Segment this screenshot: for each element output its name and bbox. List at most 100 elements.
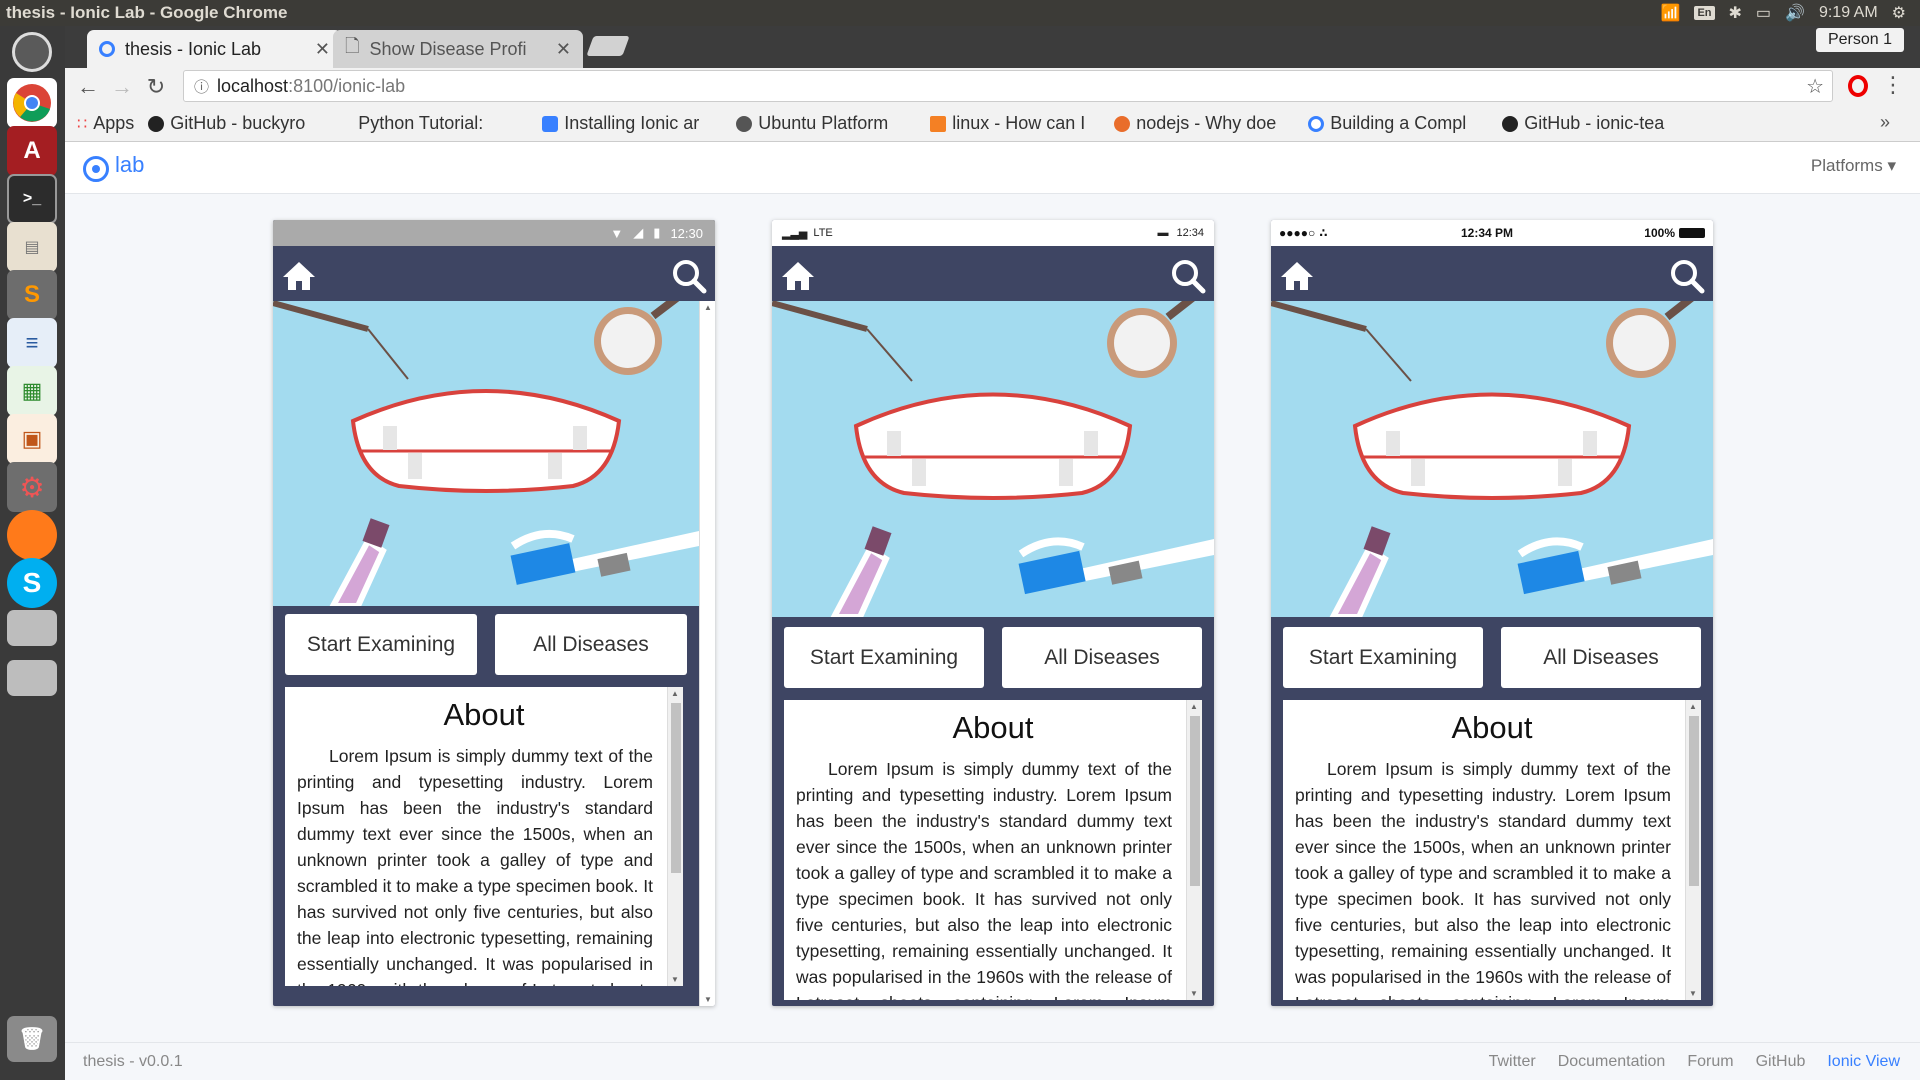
all-diseases-button[interactable]: All Diseases (1501, 627, 1701, 688)
start-examining-button[interactable]: Start Examining (285, 614, 477, 675)
teeth-illustration (1271, 301, 1713, 617)
skype-icon[interactable]: S (7, 558, 57, 608)
about-text: Lorem Ipsum is simply dummy text of the … (297, 746, 653, 986)
about-card[interactable]: About Lorem Ipsum is simply dummy text o… (1283, 700, 1701, 1000)
menu-icon[interactable]: ⋮ (1882, 72, 1904, 98)
scroll-up-icon[interactable]: ▲ (704, 303, 712, 312)
ios-status-bar: ●●●●○ ∴ 12:34 PM 100% (1271, 220, 1713, 246)
search-icon[interactable] (1170, 258, 1206, 294)
home-icon[interactable] (1279, 260, 1315, 292)
bookmark-python-tutorial[interactable]: Python Tutorial: (358, 113, 528, 134)
all-diseases-button[interactable]: All Diseases (495, 614, 687, 675)
close-tab-icon[interactable]: ✕ (315, 39, 330, 60)
about-card[interactable]: About Lorem Ipsum is simply dummy text o… (285, 687, 683, 986)
software-center-icon[interactable]: A (7, 126, 57, 176)
bookmark-apps[interactable]: ∷ Apps (77, 113, 134, 134)
chrome-icon[interactable] (7, 78, 57, 128)
scroll-down-icon[interactable]: ▼ (671, 975, 679, 984)
settings-gear-icon[interactable]: ⚙ (1892, 3, 1906, 23)
tab-ionic-lab[interactable]: thesis - Ionic Lab ✕ (87, 30, 342, 68)
page-scrollbar[interactable]: ▲ ▼ (699, 301, 715, 1006)
about-card[interactable]: About Lorem Ipsum is simply dummy text o… (784, 700, 1202, 1000)
close-tab-icon[interactable]: ✕ (556, 39, 571, 60)
scroll-down-icon[interactable]: ▼ (704, 995, 712, 1004)
bookmark-github-buckyroberts[interactable]: GitHub - buckyro (148, 113, 328, 134)
status-time: 12:34 (1176, 227, 1204, 239)
search-icon[interactable] (1669, 258, 1705, 294)
scroll-thumb[interactable] (671, 703, 681, 873)
bookmark-building-a-complete[interactable]: Building a Compl (1308, 113, 1488, 134)
footer-link-forum[interactable]: Forum (1687, 1053, 1733, 1071)
ionic-favicon-icon (542, 115, 559, 132)
action-buttons: Start Examining All Diseases (772, 627, 1214, 688)
bookmark-star-icon[interactable]: ☆ (1806, 74, 1824, 99)
wifi-icon[interactable]: 📶 (1661, 3, 1681, 23)
new-tab-button[interactable] (586, 36, 630, 56)
opera-extension-icon[interactable] (1848, 75, 1868, 97)
bluetooth-icon[interactable]: ✱ (1729, 3, 1742, 23)
battery-icon[interactable]: ▭ (1756, 3, 1771, 23)
reload-icon[interactable]: ↻ (139, 74, 173, 100)
home-icon[interactable] (281, 260, 317, 292)
askubuntu-icon (1114, 115, 1131, 132)
info-icon[interactable]: ⓘ (194, 76, 209, 97)
scroll-thumb[interactable] (1190, 716, 1200, 886)
github-icon (148, 115, 165, 132)
scroll-down-icon[interactable]: ▼ (1689, 989, 1697, 998)
scroll-down-icon[interactable]: ▼ (1190, 989, 1198, 998)
about-scrollbar[interactable]: ▲ ▼ (667, 687, 683, 986)
bookmark-installing-ionic[interactable]: Installing Ionic ar (542, 113, 722, 134)
bookmarks-overflow-chevron[interactable]: » (1880, 112, 1890, 133)
platforms-dropdown[interactable]: Platforms ▾ (1811, 156, 1896, 176)
battery-icon: ▮ (653, 225, 661, 240)
trash-icon[interactable]: 🗑 (7, 1016, 57, 1062)
scroll-thumb[interactable] (1689, 716, 1699, 886)
start-examining-button[interactable]: Start Examining (1283, 627, 1483, 688)
clock[interactable]: 9:19 AM (1819, 4, 1878, 22)
writer-icon[interactable]: ≡ (7, 318, 57, 368)
ionic-lab-page: lab Platforms ▾ ▼ ◢ ▮ 12:30 ▲ ▼ Start Ex… (65, 142, 1920, 1080)
launcher: A >_ ▤ S ≡ ▦ ▣ ⚙ S 🗑 (0, 26, 65, 1080)
footer-link-ionic-view[interactable]: Ionic View (1827, 1053, 1900, 1071)
bookmark-github-ionic-team[interactable]: GitHub - ionic-tea (1502, 113, 1682, 134)
footer-link-twitter[interactable]: Twitter (1489, 1053, 1536, 1071)
all-diseases-button[interactable]: All Diseases (1002, 627, 1202, 688)
app-navbar (273, 246, 715, 301)
bookmark-linux-how-can[interactable]: linux - How can I (930, 113, 1100, 134)
impress-icon[interactable]: ▣ (7, 414, 57, 464)
drive-icon[interactable] (7, 610, 57, 646)
forward-icon[interactable]: → (105, 74, 139, 100)
terminal-icon[interactable]: >_ (7, 174, 57, 224)
footer-link-documentation[interactable]: Documentation (1558, 1053, 1666, 1071)
about-scrollbar[interactable]: ▲ ▼ (1685, 700, 1701, 1000)
start-examining-button[interactable]: Start Examining (784, 627, 984, 688)
files-icon[interactable]: ▤ (7, 222, 57, 272)
tab-show-disease-profile[interactable]: 🗋 Show Disease Profi ✕ (333, 30, 583, 68)
volume-icon[interactable]: 🔊 (1785, 3, 1805, 23)
sublime-text-icon[interactable]: S (7, 270, 57, 320)
bookmark-ubuntu-platform[interactable]: Ubuntu Platform (736, 113, 916, 134)
back-icon[interactable]: ← (71, 74, 105, 100)
home-icon[interactable] (780, 260, 816, 292)
profile-button[interactable]: Person 1 (1815, 28, 1904, 52)
calc-icon[interactable]: ▦ (7, 366, 57, 416)
network-type: LTE (813, 227, 833, 239)
url-path: :8100/ionic-lab (288, 75, 406, 96)
ubuntu-dash-icon[interactable] (12, 32, 52, 72)
keyboard-layout-indicator[interactable]: En (1694, 6, 1715, 20)
apps-grid-icon: ∷ (77, 115, 88, 133)
scroll-up-icon[interactable]: ▲ (671, 689, 679, 698)
footer-link-github[interactable]: GitHub (1756, 1053, 1806, 1071)
about-scrollbar[interactable]: ▲ ▼ (1186, 700, 1202, 1000)
scroll-up-icon[interactable]: ▲ (1689, 702, 1697, 711)
firefox-icon[interactable] (7, 510, 57, 560)
os-top-bar: thesis - Ionic Lab - Google Chrome 📶 En … (0, 0, 1920, 26)
system-settings-icon[interactable]: ⚙ (7, 462, 57, 512)
drive-icon[interactable] (7, 660, 57, 696)
about-title: About (1451, 710, 1533, 745)
windows-status-bar: ▂▃▅ LTE ▬ 12:34 (772, 220, 1214, 246)
address-bar[interactable]: ⓘ localhost:8100/ionic-lab ☆ (183, 70, 1833, 102)
bookmark-nodejs-why-does[interactable]: nodejs - Why doe (1114, 113, 1294, 134)
scroll-up-icon[interactable]: ▲ (1190, 702, 1198, 711)
search-icon[interactable] (671, 258, 707, 294)
